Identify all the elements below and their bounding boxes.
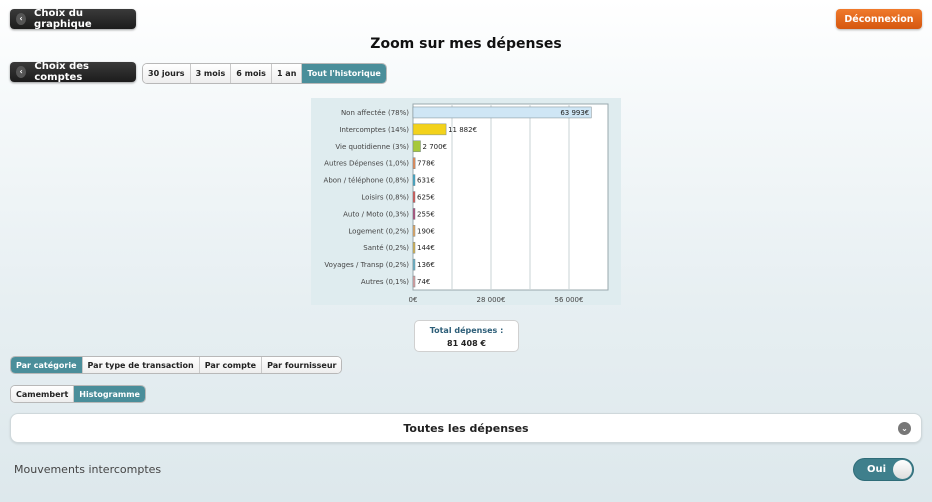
period-30-days[interactable]: 30 jours xyxy=(143,64,191,83)
category-label: Autres Dépenses (1,0%) xyxy=(324,160,409,168)
logout-button[interactable]: Déconnexion xyxy=(836,9,922,29)
category-label: Vie quotidienne (3%) xyxy=(335,143,409,151)
bar xyxy=(412,241,416,254)
back-accounts-choice-label: Choix des comptes xyxy=(34,61,89,83)
value-label: 63 993€ xyxy=(560,109,589,117)
category-label: Loisirs (0,8%) xyxy=(361,194,409,202)
chevron-down-icon: ⌄ xyxy=(898,422,911,435)
groupby-account[interactable]: Par compte xyxy=(199,357,263,373)
value-label: 74€ xyxy=(417,278,430,286)
category-label: Voyages / Transp (0,2%) xyxy=(324,261,409,269)
bar xyxy=(412,123,447,136)
intercomptes-label: Mouvements intercomptes xyxy=(14,463,162,476)
expense-filter-value: Toutes les dépenses xyxy=(403,421,529,435)
value-label: 144€ xyxy=(417,244,435,252)
toggle-knob xyxy=(893,460,912,479)
expense-bar-chart: 0€ 28 000€ 56 000€ Non affectée (78%) 63 993… xyxy=(324,103,609,304)
bar xyxy=(412,258,416,271)
value-label: 136€ xyxy=(417,261,435,269)
period-selector: 30 jours 3 mois 6 mois 1 an Tout l'histo… xyxy=(142,63,387,84)
bar xyxy=(412,191,416,203)
groupby-supplier[interactable]: Par fournisseur xyxy=(262,357,342,373)
bar xyxy=(412,225,416,237)
x-tick-label: 56 000€ xyxy=(555,296,584,304)
groupby-selector: Par catégorie Par type de transaction Pa… xyxy=(10,356,343,374)
bar xyxy=(412,174,416,186)
charttype-pie[interactable]: Camembert xyxy=(11,386,75,402)
logout-label: Déconnexion xyxy=(844,13,914,25)
bar xyxy=(412,208,416,220)
intercomptes-toggle[interactable]: Oui xyxy=(853,458,914,481)
page-title: Zoom sur mes dépenses xyxy=(370,36,562,52)
chevron-left-icon: ‹ xyxy=(16,66,27,78)
charttype-histogram[interactable]: Histogramme xyxy=(74,386,145,402)
value-label: 11 882€ xyxy=(448,126,477,134)
category-label: Intercomptes (14%) xyxy=(339,126,409,134)
groupby-transaction-type[interactable]: Par type de transaction xyxy=(82,357,200,373)
bar xyxy=(412,275,416,288)
value-label: 631€ xyxy=(417,177,435,185)
total-expenses-box: Total dépenses : 81 408 € xyxy=(414,320,519,352)
back-chart-choice-button[interactable]: ‹ Choix du graphique xyxy=(10,8,136,30)
bar xyxy=(412,157,416,169)
period-3-months[interactable]: 3 mois xyxy=(190,64,232,83)
back-accounts-choice-button[interactable]: ‹ Choix des comptes xyxy=(10,61,136,83)
x-tick-label: 28 000€ xyxy=(477,296,506,304)
groupby-category[interactable]: Par catégorie xyxy=(11,357,83,373)
value-label: 625€ xyxy=(417,194,435,202)
period-6-months[interactable]: 6 mois xyxy=(231,64,272,83)
value-label: 255€ xyxy=(417,210,435,218)
back-chart-choice-label: Choix du graphique xyxy=(34,8,92,30)
intercomptes-toggle-label: Oui xyxy=(867,464,887,475)
period-all-history[interactable]: Tout l'historique xyxy=(302,64,386,83)
total-expenses-label: Total dépenses : xyxy=(429,326,504,335)
charttype-selector: Camembert Histogramme xyxy=(10,385,146,403)
category-label: Autres (0,1%) xyxy=(361,278,409,286)
period-1-year[interactable]: 1 an xyxy=(271,64,303,83)
category-label: Auto / Moto (0,3%) xyxy=(343,210,409,218)
value-label: 2 700€ xyxy=(423,143,448,151)
value-label: 190€ xyxy=(417,227,435,235)
expense-filter-dropdown[interactable]: Toutes les dépenses ⌄ xyxy=(10,413,922,443)
category-label: Abon / téléphone (0,8%) xyxy=(324,177,410,185)
category-label: Santé (0,2%) xyxy=(363,244,409,252)
category-label: Logement (0,2%) xyxy=(348,227,409,235)
value-label: 778€ xyxy=(417,160,435,168)
bar xyxy=(412,140,421,153)
expense-chart: 0€ 28 000€ 56 000€ Non affectée (78%) 63 993… xyxy=(311,98,621,305)
total-expenses-value: 81 408 € xyxy=(447,339,486,348)
x-tick-label: 0€ xyxy=(409,296,418,304)
category-label: Non affectée (78%) xyxy=(341,109,409,117)
chevron-left-icon: ‹ xyxy=(16,13,27,25)
